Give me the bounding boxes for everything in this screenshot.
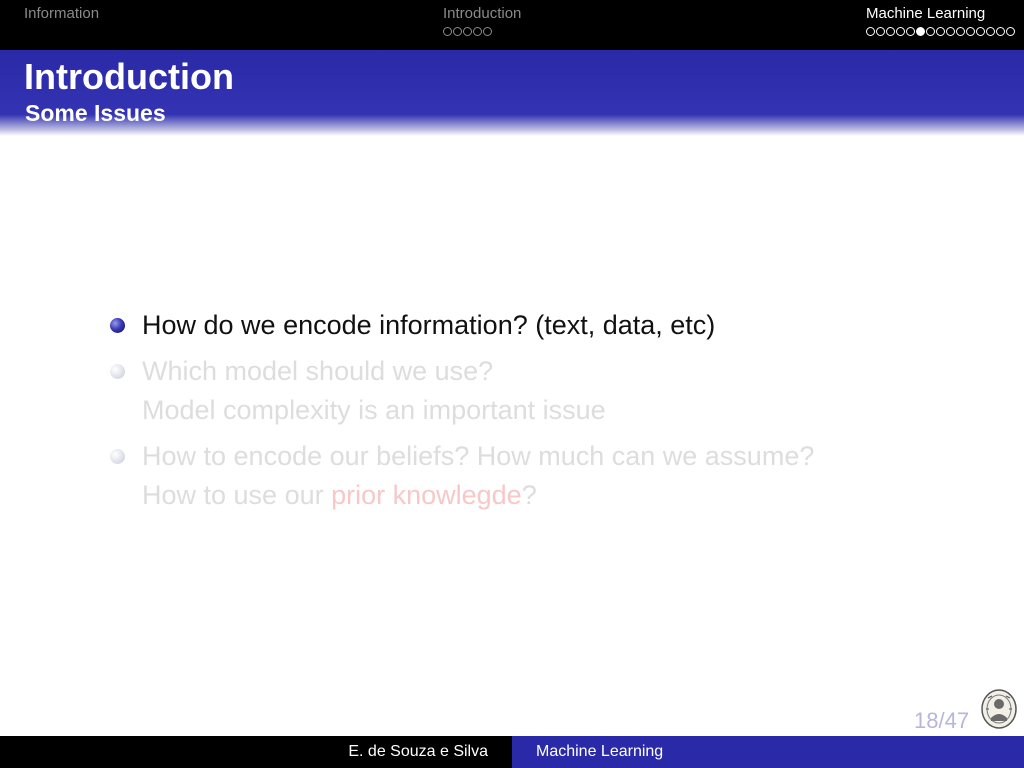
slide-dot[interactable] <box>946 27 955 36</box>
slide-dot[interactable] <box>986 27 995 36</box>
slide-dots <box>866 27 1015 37</box>
list-item-encode-information: How do we encode information? (text, dat… <box>108 306 968 345</box>
item-text-line: How to use our prior knowlegde? <box>142 476 968 515</box>
item-text: How to use our <box>142 480 332 510</box>
slide-dot[interactable] <box>886 27 895 36</box>
list-item-encode-beliefs: How to encode our beliefs? How much can … <box>108 437 968 515</box>
footer-bar: E. de Souza e Silva Machine Learning <box>0 736 1024 768</box>
slide-dots <box>443 27 521 37</box>
footer-author: E. de Souza e Silva <box>348 743 488 760</box>
slide-dot[interactable] <box>896 27 905 36</box>
item-text: How do we encode information? (text, dat… <box>142 310 716 340</box>
nav-section-label: Information <box>24 5 100 22</box>
ball-bullet-icon <box>110 318 125 333</box>
slide-dot[interactable] <box>976 27 985 36</box>
bullet-list: How do we encode information? (text, dat… <box>108 306 968 515</box>
frame-title: Introduction <box>24 56 234 97</box>
list-item-which-model: Which model should we use? Model complex… <box>108 352 968 430</box>
frame-title-band: Introduction Some Issues <box>0 50 1024 136</box>
item-text: Which model should we use? <box>142 356 494 386</box>
slide-dot[interactable] <box>453 27 462 36</box>
item-text: How to encode our beliefs? How much can … <box>142 441 815 471</box>
footer-title: Machine Learning <box>536 743 664 760</box>
slide-dot[interactable] <box>1006 27 1015 36</box>
slide-dot[interactable] <box>956 27 965 36</box>
section-navigation-bar: Information Introduction Machine Learnin… <box>0 0 1024 50</box>
slide-dot[interactable] <box>936 27 945 36</box>
nav-section-label: Introduction <box>443 5 522 22</box>
item-text: Model complexity is an important issue <box>142 395 606 425</box>
nav-section-label: Machine Learning <box>866 5 986 22</box>
ball-bullet-icon <box>110 364 125 379</box>
page-number: 18/47 <box>914 708 970 733</box>
slide-dot[interactable] <box>483 27 492 36</box>
current-slide-dot[interactable] <box>916 27 925 36</box>
footer-title-panel: Machine Learning <box>512 736 1024 768</box>
slide-dot[interactable] <box>906 27 915 36</box>
nav-section-introduction[interactable]: Introduction <box>443 6 521 37</box>
frame-subtitle: Some Issues <box>25 100 166 126</box>
slide-dot[interactable] <box>443 27 452 36</box>
slide-dot[interactable] <box>926 27 935 36</box>
footer-author-panel: E. de Souza e Silva <box>0 736 512 768</box>
nav-section-machine-learning[interactable]: Machine Learning <box>866 6 1015 37</box>
item-text: ? <box>521 480 537 510</box>
slide-dot[interactable] <box>876 27 885 36</box>
slide-dot[interactable] <box>996 27 1005 36</box>
slide-dot[interactable] <box>473 27 482 36</box>
highlighted-term: prior knowlegde <box>331 480 522 510</box>
ball-bullet-icon <box>110 449 125 464</box>
slide-dot[interactable] <box>866 27 875 36</box>
university-seal-icon <box>981 689 1017 729</box>
slide-dot[interactable] <box>463 27 472 36</box>
slide-dot[interactable] <box>966 27 975 36</box>
nav-section-information[interactable]: Information <box>24 6 99 22</box>
